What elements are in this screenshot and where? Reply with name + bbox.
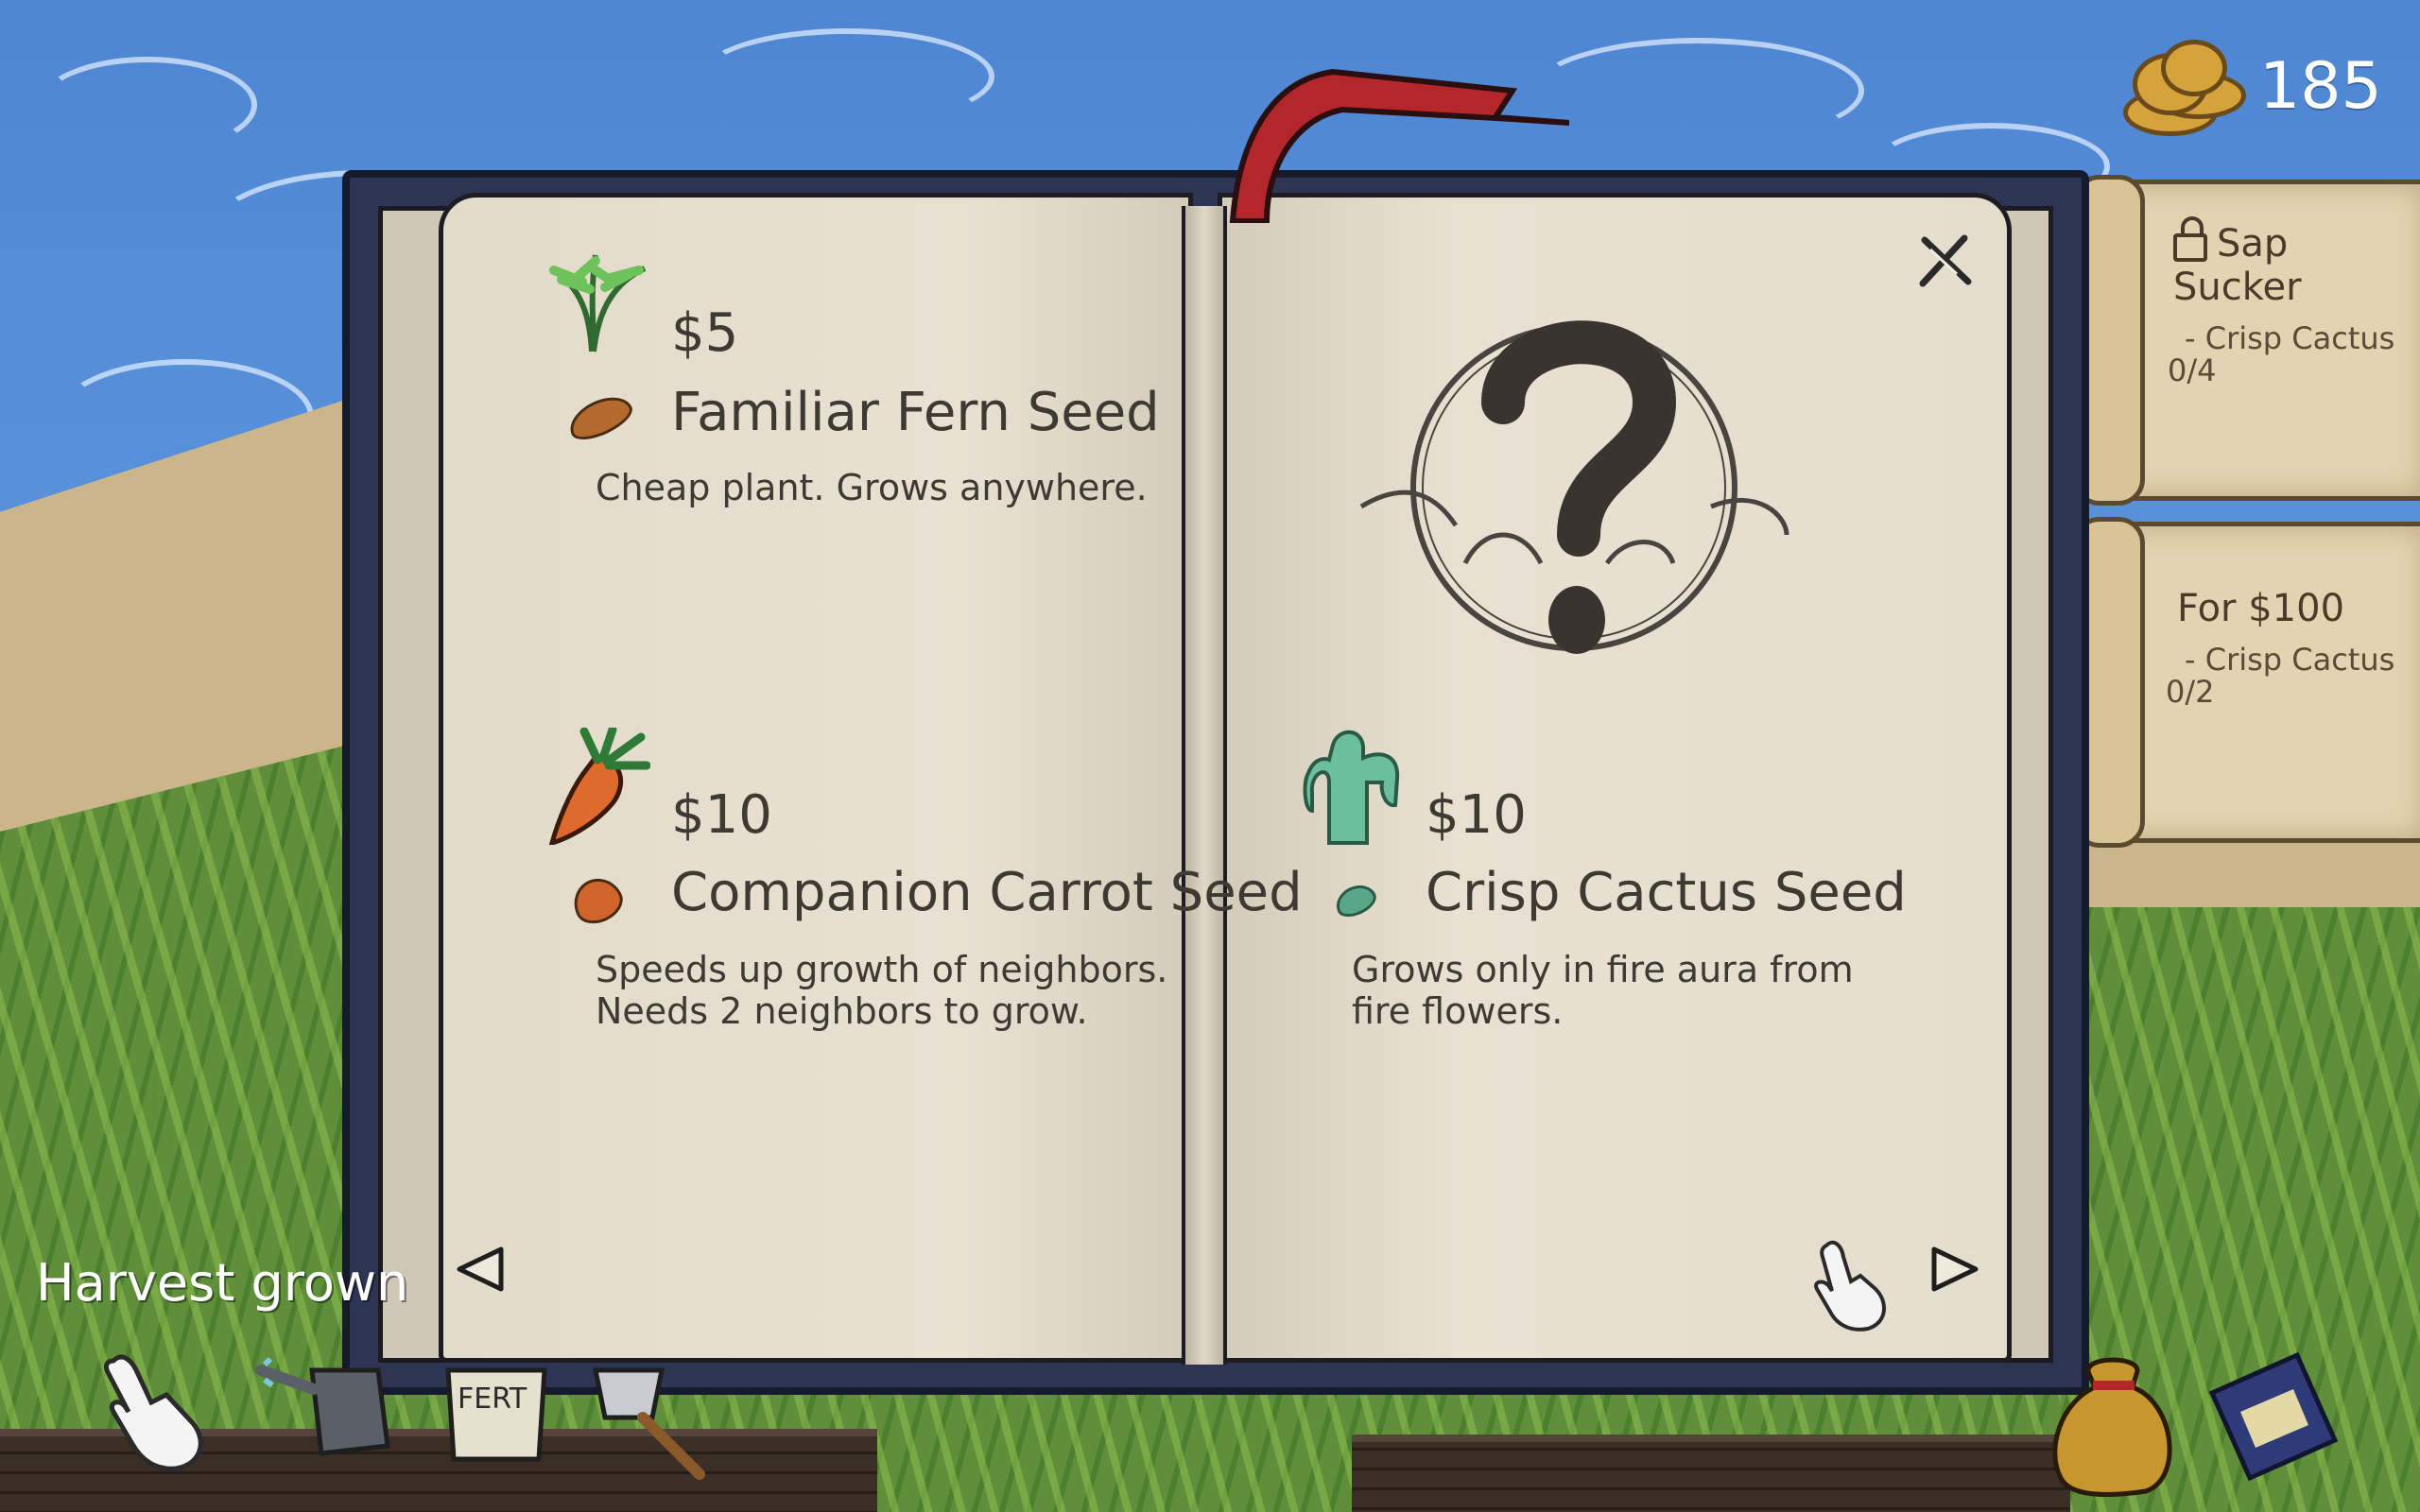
mystery-question-mark-icon [1359,320,1789,654]
item-name: Crisp Cactus Seed [1426,862,1907,923]
wooden-table [1352,1435,2070,1512]
unlocked-padlock-icon [2173,216,2207,262]
item-name: Companion Carrot Seed [671,862,1303,923]
coin-stack-icon [2114,36,2246,140]
quest-scroll[interactable]: For $100 - Crisp Cactus 0/2 [2073,517,2420,848]
book-spine [1182,206,1227,1365]
previous-page-arrow-icon[interactable] [454,1246,507,1293]
quest-requirement: - Crisp Cactus [2185,642,2395,678]
item-name: Familiar Fern Seed [671,382,1160,443]
ribbon-bookmark [1229,68,1569,223]
quest-requirement: - Crisp Cactus [2185,320,2395,356]
item-price: $10 [1426,784,1527,846]
coin-count: 185 [2259,49,2382,124]
cactus-icon [1303,730,1400,845]
wave [1531,38,1864,144]
item-description: Speeds up growth of neighbors. Needs 2 n… [596,949,1168,1032]
quest-progress: 0/2 [2166,674,2215,710]
seed-book-icon[interactable] [2203,1346,2344,1487]
hand-cursor-icon [1814,1240,1886,1332]
svg-text:FERT: FERT [458,1383,527,1416]
quest-progress: 0/4 [2168,352,2217,388]
quest-title: Sap Sucker [2173,216,2302,309]
quest-title: For $100 [2177,587,2345,630]
carrot-icon [548,728,650,845]
wave [38,57,257,153]
item-price: $10 [671,784,772,846]
item-description: Grows only in fire aura from fire flower… [1352,949,1854,1032]
fern-icon [549,254,647,352]
item-description: Cheap plant. Grows anywhere. [596,467,1148,508]
quest-scroll[interactable]: Sap Sucker - Crisp Cactus 0/4 [2073,175,2420,506]
shovel-icon[interactable] [586,1361,718,1484]
watering-can-icon[interactable] [255,1342,406,1465]
next-page-arrow-icon[interactable] [1928,1246,1981,1293]
wave [700,28,994,125]
money-bag-icon[interactable] [2042,1346,2184,1497]
fertilizer-bag-icon[interactable]: FERT [435,1361,558,1465]
close-icon[interactable] [1913,231,1974,291]
item-price: $5 [671,302,739,364]
hint-text: Harvest grown [36,1253,409,1313]
glove-hand-icon[interactable] [95,1342,227,1474]
